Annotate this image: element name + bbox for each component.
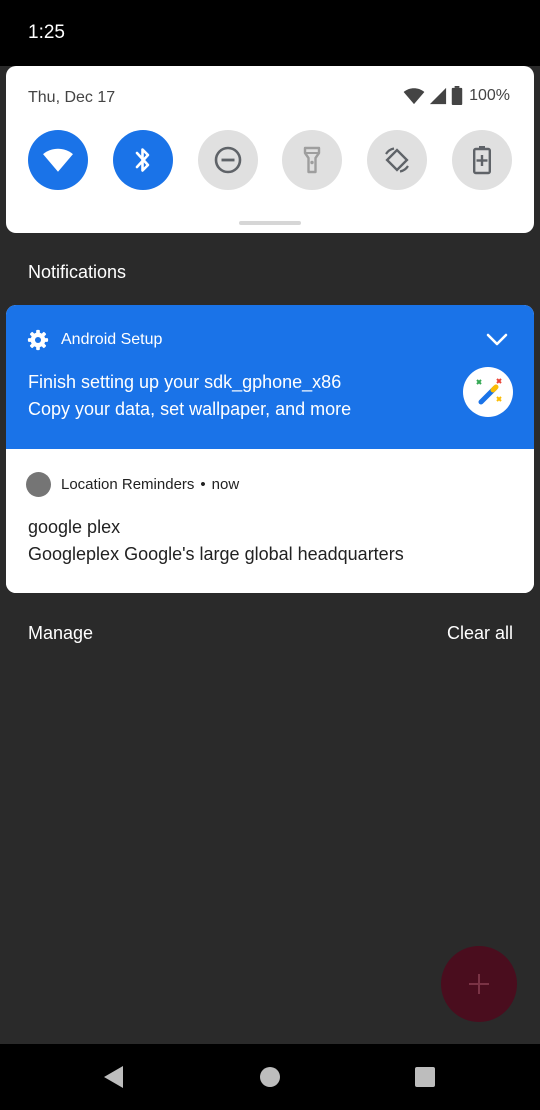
gear-icon [27, 329, 49, 351]
flashlight-icon [304, 146, 321, 174]
notification-text: Googleplex Google's large global headqua… [28, 544, 404, 564]
notification-title: google plex [28, 517, 121, 537]
battery-icon [451, 86, 463, 105]
bluetooth-icon [135, 148, 150, 172]
chevron-down-icon[interactable] [486, 333, 508, 347]
qs-date[interactable]: Thu, Dec 17 [28, 89, 115, 107]
notification-stack: Android Setup Finish setting up your sdk… [6, 305, 534, 593]
home-icon [260, 1067, 280, 1087]
notification-location-reminders[interactable]: Location Reminders • now google plex Goo… [6, 449, 534, 593]
notification-text: Copy your data, set wallpaper, and more [28, 399, 352, 419]
home-button[interactable] [235, 1044, 305, 1110]
notification-header: Location Reminders • now [61, 476, 239, 493]
qs-status-icons: 100% [403, 86, 510, 105]
notification-android-setup[interactable]: Android Setup Finish setting up your sdk… [6, 305, 534, 449]
auto-rotate-icon [385, 147, 410, 173]
notifications-header: Notifications [28, 262, 127, 282]
battery-saver-icon [472, 146, 491, 175]
notification-app-name: Location Reminders [61, 476, 195, 493]
battery-saver-tile[interactable] [451, 130, 512, 190]
do-not-disturb-tile[interactable] [197, 130, 258, 190]
wifi-tile[interactable] [28, 130, 88, 190]
notification-title: Finish setting up your sdk_gphone_x86 [28, 372, 342, 392]
bluetooth-tile[interactable] [112, 130, 173, 190]
status-time: 1:25 [28, 22, 65, 43]
clear-all-button[interactable]: Clear all [447, 623, 513, 644]
flashlight-tile[interactable] [282, 130, 343, 190]
navigation-bar [0, 1044, 540, 1110]
qs-tiles [28, 130, 512, 190]
setup-app-icon [463, 367, 513, 417]
header-separator: • [200, 476, 206, 493]
add-fab[interactable] [441, 946, 517, 1022]
wifi-icon [43, 148, 73, 172]
notification-app-name: Android Setup [61, 331, 163, 348]
recents-button[interactable] [390, 1044, 460, 1110]
wifi-signal-icon [403, 87, 425, 104]
recents-icon [415, 1067, 435, 1087]
cell-signal-icon [429, 87, 447, 104]
magic-wand-icon [476, 378, 502, 405]
location-reminders-app-icon [26, 472, 51, 497]
quick-settings-panel: Thu, Dec 17 100% [6, 66, 534, 233]
back-button[interactable] [79, 1044, 149, 1110]
do-not-disturb-icon [214, 146, 241, 174]
qs-drag-handle[interactable] [239, 221, 301, 225]
auto-rotate-tile[interactable] [367, 130, 428, 190]
battery-percent: 100% [469, 86, 510, 104]
notification-time: now [211, 476, 240, 493]
status-bar: 1:25 [0, 0, 540, 66]
plus-icon [469, 974, 489, 994]
back-icon [104, 1066, 123, 1088]
manage-button[interactable]: Manage [28, 623, 93, 644]
